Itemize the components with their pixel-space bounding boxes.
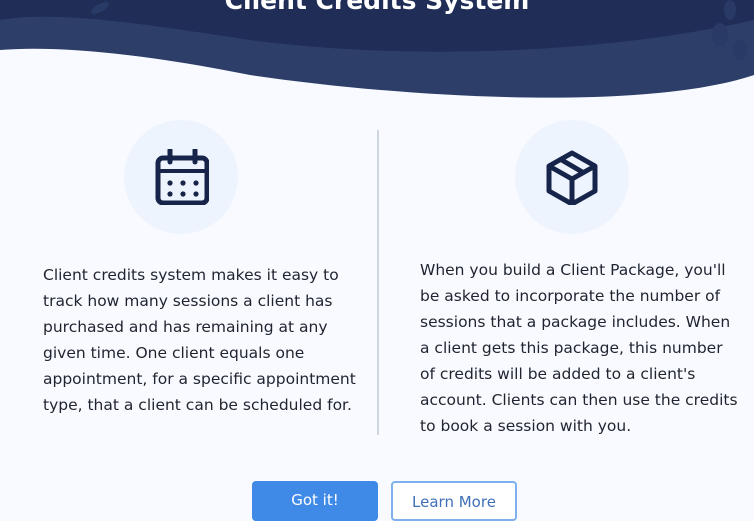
credits-description: Client credits system makes it easy to t… (43, 266, 356, 414)
package-icon-badge (515, 120, 629, 234)
package-icon (546, 150, 598, 205)
learn-more-button[interactable]: Learn More (391, 481, 517, 521)
column-divider (377, 130, 379, 435)
calendar-icon-badge (124, 120, 238, 234)
wave-background (0, 0, 754, 110)
got-it-button[interactable]: Got it! (252, 481, 378, 521)
page-title: Client Credits System (224, 0, 530, 15)
header-banner: Client Credits System (0, 0, 754, 110)
calendar-icon (155, 149, 209, 205)
package-description: When you build a Client Package, you'll … (420, 261, 738, 435)
